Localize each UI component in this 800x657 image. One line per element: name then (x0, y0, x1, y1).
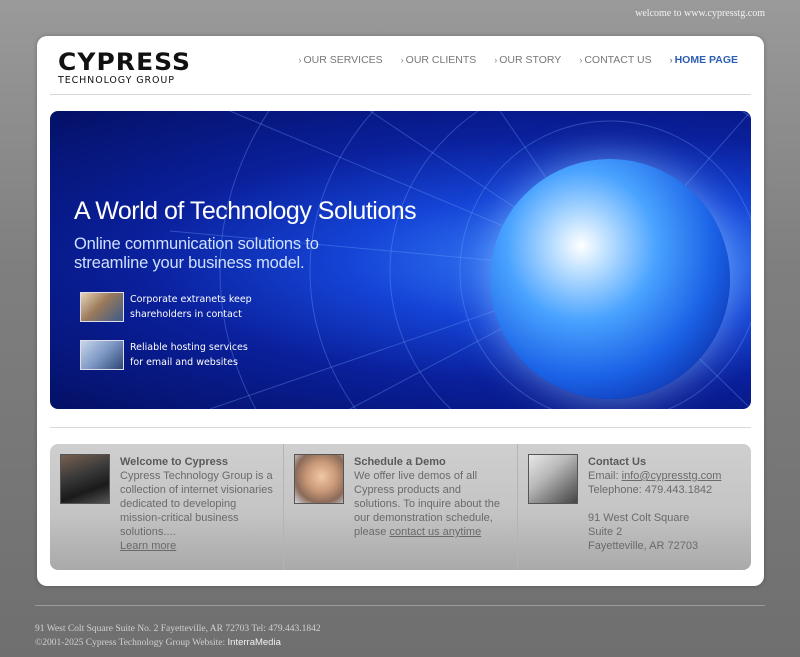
chevron-right-icon: › (400, 55, 404, 65)
footer-divider (35, 605, 765, 606)
email-link[interactable]: info@cypresstg.com (622, 470, 722, 482)
banner-title: A World of Technology Solutions (74, 197, 417, 225)
footer: 91 West Colt Square Suite No. 2 Fayettev… (35, 623, 321, 650)
logo-main-text: CYPRESS (58, 48, 192, 76)
nav-home-page[interactable]: › HOME PAGE (670, 54, 738, 66)
info-panel: Welcome to Cypress Cypress Technology Gr… (50, 444, 751, 570)
footer-copyright: ©2001-2025 Cypress Technology Group Webs… (35, 638, 226, 648)
keyboard-thumbnail (80, 340, 124, 370)
logo[interactable]: CYPRESS TECHNOLOGY GROUP (58, 50, 190, 86)
address-line-1: 91 West Colt Square (588, 512, 690, 524)
demo-heading: Schedule a Demo (354, 456, 446, 468)
demo-column: Schedule a Demo We offer live demos of a… (284, 444, 518, 570)
feature-text: Corporate extranets keep shareholders in… (130, 294, 252, 320)
nav-label: OUR STORY (499, 54, 562, 66)
welcome-text: welcome to www.cypresstg.com (635, 8, 765, 19)
chevron-right-icon: › (494, 55, 498, 65)
footer-address: 91 West Colt Square Suite No. 2 Fayettev… (35, 624, 321, 634)
footer-credit-link[interactable]: InterraMedia (228, 637, 281, 648)
feature-text: Reliable hosting services for email and … (130, 342, 248, 368)
welcome-column: Welcome to Cypress Cypress Technology Gr… (50, 444, 284, 570)
nav-our-services[interactable]: › OUR SERVICES (299, 54, 383, 66)
contact-column: Contact Us Email: info@cypresstg.com Tel… (518, 444, 751, 570)
feature-hosting[interactable]: Reliable hosting services for email and … (80, 340, 260, 370)
feature-extranets[interactable]: Corporate extranets keep shareholders in… (80, 292, 260, 322)
nav-label: OUR CLIENTS (405, 54, 477, 66)
welcome-text: Cypress Technology Group is a collection… (120, 470, 273, 538)
nav-label: HOME PAGE (674, 54, 738, 66)
nav-label: OUR SERVICES (303, 54, 383, 66)
globe-image (490, 159, 730, 399)
people-thumbnail (80, 292, 124, 322)
nav-contact-us[interactable]: › CONTACT US (579, 54, 651, 66)
chevron-right-icon: › (579, 55, 583, 65)
person-portrait-image (294, 454, 344, 504)
content-divider (50, 427, 751, 428)
email-label: Email: (588, 470, 619, 482)
telephone-image (528, 454, 578, 504)
nav-our-story[interactable]: › OUR STORY (494, 54, 561, 66)
logo-sub-text: TECHNOLOGY GROUP (58, 75, 175, 86)
contact-heading: Contact Us (588, 456, 647, 468)
address-line-2: Suite 2 (588, 526, 623, 538)
learn-more-link[interactable]: Learn more (120, 540, 176, 552)
nav-our-clients[interactable]: › OUR CLIENTS (401, 54, 477, 66)
chevron-right-icon: › (298, 55, 302, 65)
typing-hands-image (60, 454, 110, 504)
nav-label: CONTACT US (584, 54, 652, 66)
address-line-3: Fayetteville, AR 72703 (588, 540, 699, 552)
telephone-text: Telephone: 479.443.1842 (588, 484, 713, 496)
main-card: CYPRESS TECHNOLOGY GROUP › OUR SERVICES ›… (37, 36, 764, 586)
chevron-right-icon: › (669, 55, 673, 65)
hero-banner: A World of Technology Solutions Online c… (50, 111, 751, 409)
header-divider (50, 94, 751, 95)
welcome-heading: Welcome to Cypress (120, 456, 229, 468)
banner-subtitle: Online communication solutions to stream… (74, 235, 319, 272)
contact-anytime-link[interactable]: contact us anytime (389, 526, 481, 538)
main-nav: › OUR SERVICES › OUR CLIENTS › OUR STORY › C… (299, 54, 739, 66)
